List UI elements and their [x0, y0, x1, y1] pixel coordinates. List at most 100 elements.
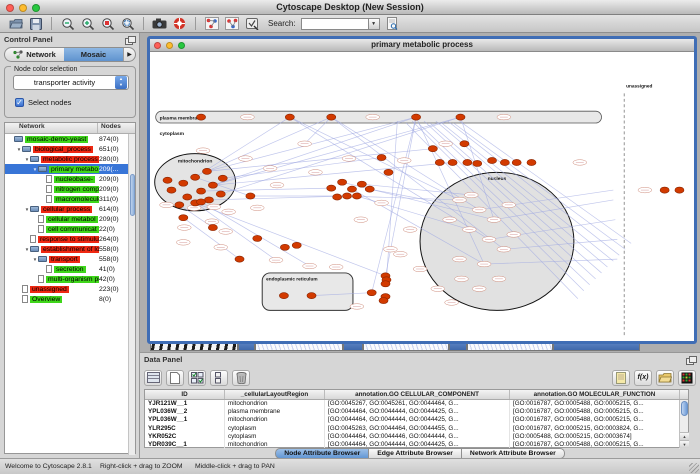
graph-node[interactable] [428, 146, 437, 152]
table-cell[interactable]: [GO:0016787, GO:0005488, GO:0005215, G..… [510, 400, 680, 408]
graph-node[interactable] [384, 169, 393, 175]
tree-row[interactable]: mosaic-demo-yeast874(0) [5, 134, 135, 144]
tree-row[interactable]: ▼transport558(0) [5, 254, 135, 264]
table-column-header[interactable]: annotation.GO CELLULAR_COMPONENT [325, 390, 510, 399]
table-cell[interactable]: mitochondrion [225, 416, 325, 424]
filter-network-icon[interactable] [224, 17, 239, 31]
graph-node[interactable] [365, 186, 374, 192]
graph-node[interactable] [412, 114, 421, 120]
tree-row[interactable]: ▼metabolic process280(0) [5, 154, 135, 164]
graph-node[interactable] [357, 181, 366, 187]
zoom-selected-icon[interactable] [100, 17, 115, 31]
notepad-icon[interactable] [612, 370, 630, 386]
graph-node[interactable] [338, 179, 347, 185]
table-cell[interactable]: [GO:0044464, GO:0044446, GO:0044444, G..… [325, 433, 510, 441]
graph-edge[interactable] [290, 117, 460, 200]
table-row[interactable]: YPL036W__2plasma membrane[GO:0044464, GO… [145, 408, 688, 416]
table-row[interactable]: YKR052Ccytoplasm[GO:0044464, GO:0044446,… [145, 433, 688, 441]
graph-node[interactable] [197, 188, 206, 194]
graph-node[interactable] [208, 182, 217, 188]
table-row[interactable]: YLR295Ccytoplasm[GO:0045263, GO:0044464,… [145, 425, 688, 433]
graph-node[interactable] [333, 194, 342, 200]
graph-node[interactable] [352, 193, 361, 199]
tree-row[interactable]: nucleobase-209(0) [5, 174, 135, 184]
graph-node[interactable] [179, 215, 188, 221]
graph-node[interactable] [216, 191, 225, 197]
annotation-icon[interactable] [244, 17, 259, 31]
table-cell[interactable]: [GO:0005488, GO:0005215, GO:0003674] [510, 433, 680, 441]
table-column-header[interactable]: _cellularLayoutRegion [225, 390, 325, 399]
scroll-down-arrow[interactable]: ▼ [680, 440, 689, 448]
graph-node[interactable] [307, 293, 316, 299]
tree-scrollbar[interactable] [128, 134, 135, 455]
import-attributes-icon[interactable] [656, 370, 674, 386]
graph-node[interactable] [473, 160, 482, 166]
resize-grip-icon[interactable] [689, 463, 699, 473]
table-scrollbar[interactable]: ▲ ▼ [679, 400, 688, 448]
zoom-out-icon[interactable] [60, 17, 75, 31]
graph-node[interactable] [208, 225, 217, 231]
tree-row[interactable]: unassigned223(0) [5, 284, 135, 294]
graph-node[interactable] [500, 159, 509, 165]
table-cell[interactable]: [GO:0016787, GO:0005488, GO:0005215, G..… [510, 408, 680, 416]
maximize-button[interactable] [178, 42, 185, 49]
attribute-table-icon[interactable] [144, 370, 162, 386]
table-row[interactable]: YPL036W__1mitochondrion[GO:0044464, GO:0… [145, 416, 688, 424]
tree-row[interactable]: ▼cellular process614(0) [5, 204, 135, 214]
table-cell[interactable]: YPL036W__2 [145, 408, 225, 416]
float-panel-icon[interactable] [686, 356, 696, 364]
graph-node[interactable] [456, 114, 465, 120]
table-cell[interactable]: [GO:0044464, GO:0044444, GO:0044425, G..… [325, 408, 510, 416]
graph-node[interactable] [377, 154, 386, 160]
tree-row[interactable]: ▼biological_process651(0) [5, 144, 135, 154]
graph-node[interactable] [512, 159, 521, 165]
table-column-header[interactable]: annotation.GO MOLECULAR_FUNCTION [510, 390, 680, 399]
maximize-button[interactable] [32, 4, 40, 12]
graph-node[interactable] [463, 159, 472, 165]
table-cell[interactable]: [GO:0045263, GO:0044464, GO:0044455, G..… [325, 425, 510, 433]
tab-overflow-arrow[interactable]: ▶ [123, 48, 135, 61]
minimize-button[interactable] [19, 4, 27, 12]
table-cell[interactable]: YLR295C [145, 425, 225, 433]
graph-node[interactable] [197, 114, 206, 120]
zoom-in-icon[interactable] [80, 17, 95, 31]
save-session-icon[interactable] [28, 17, 43, 31]
graph-node[interactable] [379, 298, 388, 304]
graph-node[interactable] [381, 281, 390, 287]
table-column-header[interactable]: ID [145, 390, 225, 399]
float-panel-icon[interactable] [125, 36, 135, 44]
select-nodes-checkbox[interactable]: ✓ [15, 98, 24, 107]
tree-row[interactable]: multi-organism pro42(0) [5, 274, 135, 284]
vizmapper-icon[interactable] [204, 17, 219, 31]
tree-row[interactable]: cellular metabol209(0) [5, 214, 135, 224]
graph-node[interactable] [191, 174, 200, 180]
graph-node[interactable] [675, 187, 684, 193]
help-lifebuoy-icon[interactable] [172, 17, 187, 31]
graph-node[interactable] [343, 193, 352, 199]
tree-row[interactable]: macromolecule311(0) [5, 194, 135, 204]
graph-node[interactable] [175, 202, 184, 208]
table-row[interactable]: YJR121W__1mitochondrion[GO:0045267, GO:0… [145, 400, 688, 408]
open-session-icon[interactable] [8, 17, 23, 31]
graph-node[interactable] [660, 187, 669, 193]
table-cell[interactable]: [GO:0016787, GO:0005215, GO:0003824, G..… [510, 425, 680, 433]
graph-node[interactable] [246, 193, 255, 199]
graph-node[interactable] [218, 175, 227, 181]
graph-node[interactable] [235, 256, 244, 262]
tree-row[interactable]: ▼establishment of lo558(0) [5, 244, 135, 254]
unselect-attributes-icon[interactable] [210, 370, 228, 386]
tree-row[interactable]: secretion41(0) [5, 264, 135, 274]
tree-row[interactable]: response to stimulu264(0) [5, 234, 135, 244]
network-window-titlebar[interactable]: primary metabolic process [150, 39, 694, 52]
tab-network[interactable]: Network [5, 48, 64, 61]
minimize-button[interactable] [166, 42, 173, 49]
table-cell[interactable]: plasma membrane [225, 408, 325, 416]
graph-node[interactable] [253, 235, 262, 241]
graph-node[interactable] [347, 186, 356, 192]
table-cell[interactable]: YJR121W__1 [145, 400, 225, 408]
select-attributes-icon[interactable] [188, 370, 206, 386]
search-input[interactable] [301, 18, 369, 30]
graph-node[interactable] [179, 180, 188, 186]
table-cell[interactable]: YPL036W__1 [145, 416, 225, 424]
tab-mosaic[interactable]: Mosaic [64, 48, 123, 61]
